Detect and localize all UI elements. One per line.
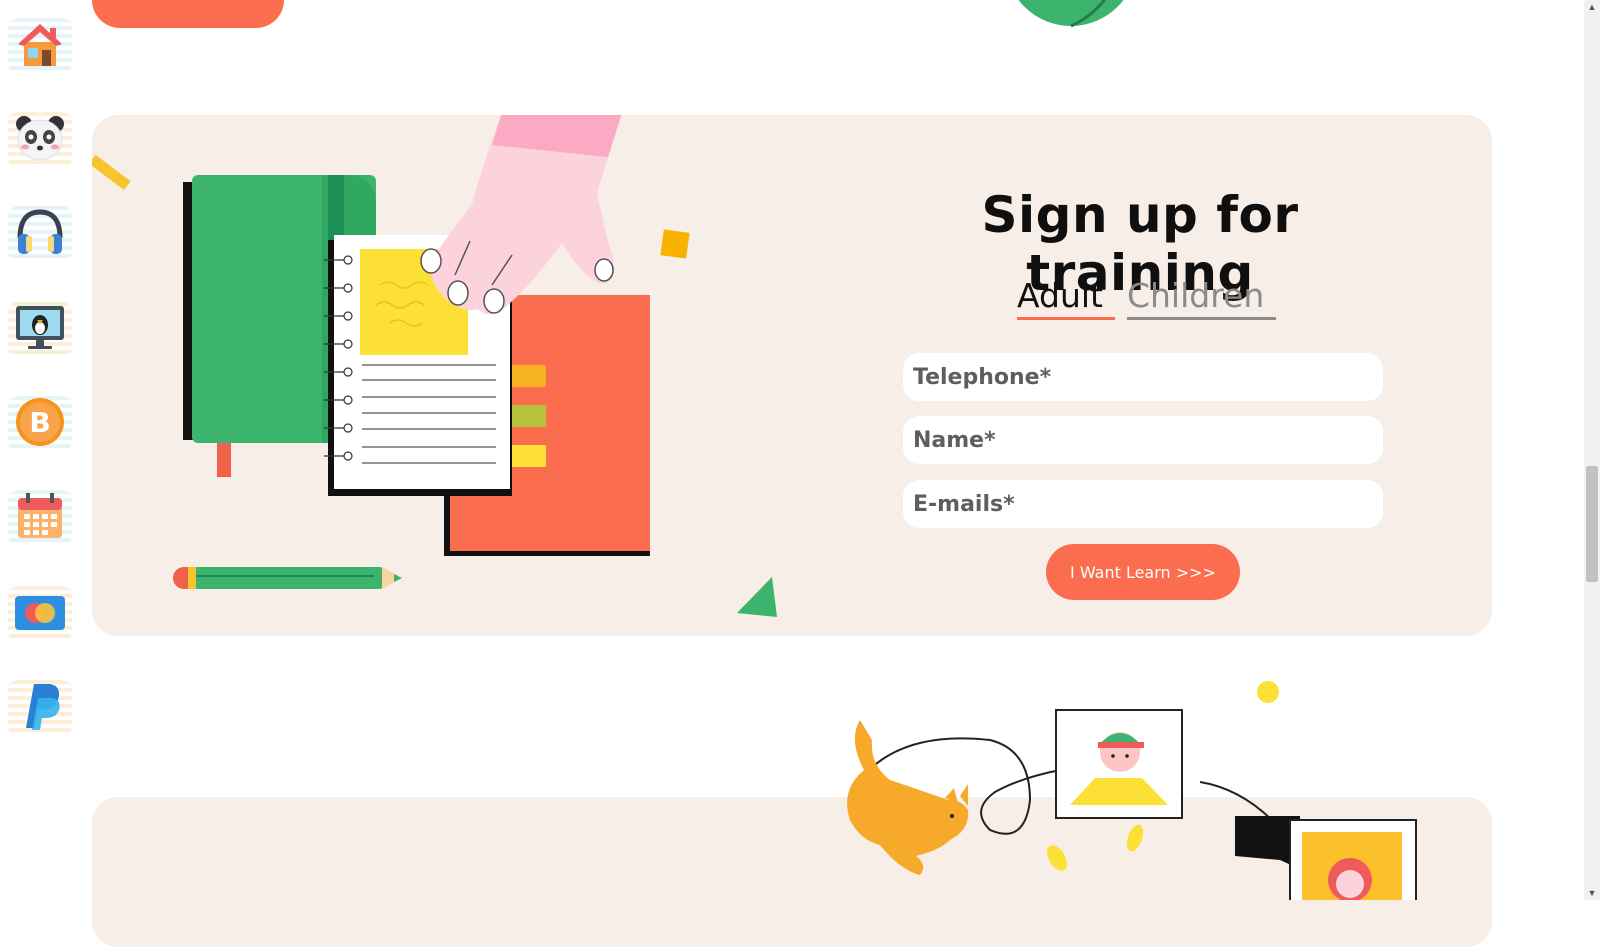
audience-tabs: Adult Children	[1017, 276, 1277, 320]
headphones-button[interactable]	[8, 202, 72, 262]
tab-children[interactable]: Children	[1126, 276, 1277, 320]
more-details-button[interactable]: More Details >>>	[92, 0, 284, 28]
card-icon	[15, 596, 65, 630]
green-ball-decoration	[1018, 0, 1124, 28]
name-field[interactable]	[903, 416, 1383, 464]
panda-button[interactable]	[8, 108, 72, 168]
scroll-down-arrow-icon[interactable]: ▼	[1584, 886, 1600, 900]
side-icon-rail: B	[0, 0, 80, 900]
bitcoin-icon: B	[16, 398, 64, 446]
cat-portraits-illustration	[847, 681, 1417, 900]
headphones-icon	[17, 209, 63, 254]
calendar-icon	[18, 493, 62, 538]
paypal-button[interactable]	[8, 676, 72, 736]
email-field[interactable]	[903, 480, 1383, 528]
home-icon	[18, 24, 62, 66]
scroll-up-arrow-icon[interactable]: ▲	[1584, 0, 1600, 14]
svg-text:B: B	[29, 406, 50, 439]
want-learn-button[interactable]: I Want Learn >>>	[1046, 544, 1240, 600]
notebook-illustration	[92, 115, 777, 617]
vertical-scrollbar[interactable]: ▲ ▼	[1584, 0, 1600, 900]
penguin-monitor-button[interactable]	[8, 298, 72, 358]
paypal-icon	[26, 684, 60, 730]
scroll-thumb[interactable]	[1586, 466, 1598, 582]
panda-icon	[16, 116, 64, 161]
home-button[interactable]	[8, 14, 72, 74]
penguin-monitor-icon	[16, 306, 64, 349]
tab-adult[interactable]: Adult	[1017, 276, 1115, 320]
calendar-button[interactable]	[8, 486, 72, 546]
telephone-field[interactable]	[903, 353, 1383, 401]
bitcoin-button[interactable]: B	[8, 392, 72, 452]
card-button[interactable]	[8, 582, 72, 642]
